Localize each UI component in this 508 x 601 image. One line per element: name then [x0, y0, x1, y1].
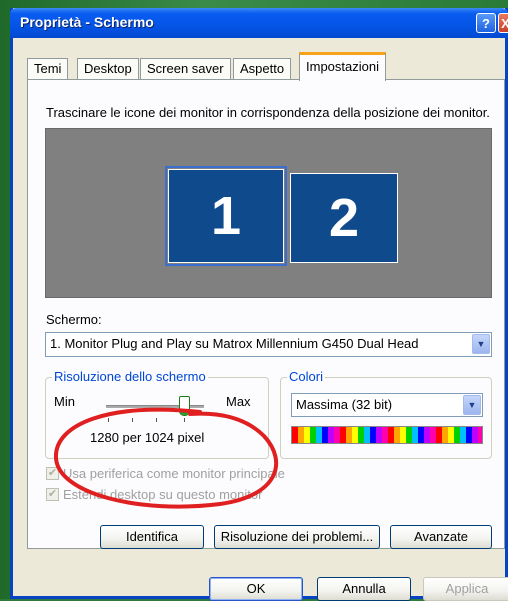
schermo-label: Schermo: — [46, 312, 102, 327]
monitor-select-value: 1. Monitor Plug and Play su Matrox Mille… — [50, 336, 419, 351]
resolution-group: Risoluzione dello schermo Min Max 1280 p… — [45, 369, 269, 459]
title-bar[interactable]: Proprietà - Schermo ? X — [10, 8, 508, 38]
primary-monitor-label: Usa periferica come monitor principale — [63, 466, 285, 481]
help-button[interactable]: ? — [476, 13, 496, 33]
close-button[interactable]: X — [498, 13, 508, 33]
primary-monitor-checkbox[interactable]: ✔ Usa periferica come monitor principale — [46, 466, 285, 481]
identify-button[interactable]: Identifica — [100, 525, 204, 549]
resolution-legend: Risoluzione dello schermo — [52, 369, 208, 384]
apply-button[interactable]: Applica — [423, 577, 508, 601]
monitor-arrangement-area[interactable]: 1 2 — [45, 128, 492, 298]
monitor-instruction: Trascinare le icone dei monitor in corri… — [46, 105, 490, 120]
cancel-button[interactable]: Annulla — [317, 577, 411, 601]
tab-impostazioni[interactable]: Impostazioni — [299, 52, 386, 81]
tab-screen-saver[interactable]: Screen saver — [140, 58, 231, 80]
advanced-button[interactable]: Avanzate — [390, 525, 492, 549]
chevron-down-icon[interactable]: ▼ — [463, 395, 481, 415]
resolution-value: 1280 per 1024 pixel — [90, 430, 205, 445]
monitor-1-icon[interactable]: 1 — [165, 166, 287, 266]
colors-group: Colori Massima (32 bit) ▼ — [280, 369, 492, 459]
monitor-2-icon[interactable]: 2 — [290, 173, 398, 263]
ok-button[interactable]: OK — [209, 577, 303, 601]
slider-tick — [184, 418, 185, 422]
settings-panel: Trascinare le icone dei monitor in corri… — [27, 79, 505, 549]
color-quality-select[interactable]: Massima (32 bit) ▼ — [291, 393, 483, 417]
tab-temi[interactable]: Temi — [27, 58, 69, 80]
monitor-select[interactable]: 1. Monitor Plug and Play su Matrox Mille… — [45, 332, 492, 357]
window-title: Proprietà - Schermo — [20, 14, 154, 30]
slider-tick — [108, 418, 109, 422]
tab-desktop[interactable]: Desktop — [77, 58, 139, 80]
resolution-slider-thumb[interactable] — [179, 396, 190, 416]
slider-max-label: Max — [226, 394, 251, 409]
troubleshoot-button[interactable]: Risoluzione dei problemi... — [214, 525, 380, 549]
checkmark-icon: ✔ — [46, 488, 59, 501]
slider-tick — [132, 418, 133, 422]
extend-desktop-checkbox[interactable]: ✔ Estendi desktop su questo monitor — [46, 487, 262, 502]
extend-desktop-label: Estendi desktop su questo monitor — [63, 487, 263, 502]
display-properties-window: Proprietà - Schermo ? X Temi Desktop Scr… — [10, 8, 508, 601]
checkmark-icon: ✔ — [46, 467, 59, 480]
color-spectrum-bar — [291, 426, 483, 444]
colors-legend: Colori — [287, 369, 325, 384]
slider-min-label: Min — [54, 394, 75, 409]
slider-tick — [156, 418, 157, 422]
tab-aspetto[interactable]: Aspetto — [233, 58, 292, 80]
color-quality-value: Massima (32 bit) — [296, 397, 393, 412]
chevron-down-icon[interactable]: ▼ — [472, 334, 490, 354]
